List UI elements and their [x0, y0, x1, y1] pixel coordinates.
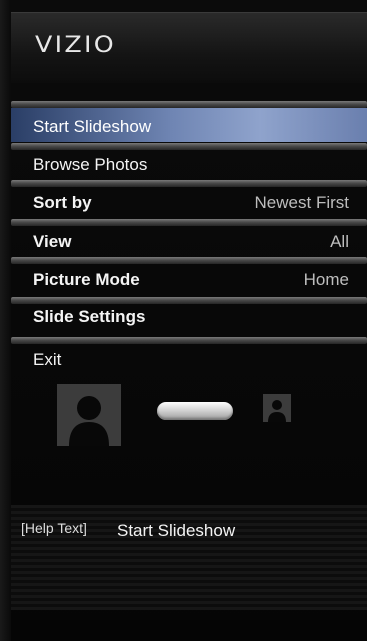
menu-divider [11, 257, 367, 264]
menu-item-label: Browse Photos [33, 155, 148, 174]
menu-item-exit[interactable]: Exit [11, 344, 367, 374]
menu-item-label: Slide Settings [33, 307, 146, 326]
slideshow-slider-icon[interactable] [157, 402, 233, 420]
menu-item-browse-photos[interactable]: Browse Photos [11, 149, 367, 179]
person-photo-icon[interactable] [57, 384, 121, 446]
menu-item-label: Sort by [33, 193, 92, 212]
left-edge [0, 0, 11, 641]
menu-item-value: All [330, 232, 349, 251]
menu-item-value: Home [303, 270, 349, 289]
menu-item-slide-settings[interactable]: Slide Settings [11, 301, 367, 331]
person-thumbnail-icon[interactable] [263, 394, 291, 422]
menu-item-start-slideshow[interactable]: Start Slideshow [11, 108, 367, 142]
photo-preview-row [0, 380, 367, 450]
vizio-logo: VIZIO [35, 33, 116, 58]
menu-divider [11, 180, 367, 187]
menu-item-picture-mode[interactable]: Picture Mode Home [11, 264, 367, 294]
menu-divider [11, 219, 367, 226]
menu-item-label: Start Slideshow [33, 117, 152, 136]
help-text-panel: [Help Text] Start Slideshow [11, 505, 367, 610]
menu-item-label: Picture Mode [33, 270, 140, 289]
menu-item-label: Exit [33, 350, 62, 369]
help-text: Start Slideshow [117, 521, 236, 540]
menu-item-view[interactable]: View All [11, 226, 367, 256]
tv-menu-frame: VIZIO Start Slideshow Browse Photos Sort… [0, 0, 367, 641]
header: VIZIO [11, 12, 367, 83]
menu-item-value: Newest First [254, 193, 349, 212]
menu-divider [11, 101, 367, 108]
menu-divider [11, 337, 367, 344]
help-tag: [Help Text] [21, 520, 87, 536]
menu-item-sort-by[interactable]: Sort by Newest First [11, 187, 367, 217]
menu-item-label: View [33, 232, 72, 251]
